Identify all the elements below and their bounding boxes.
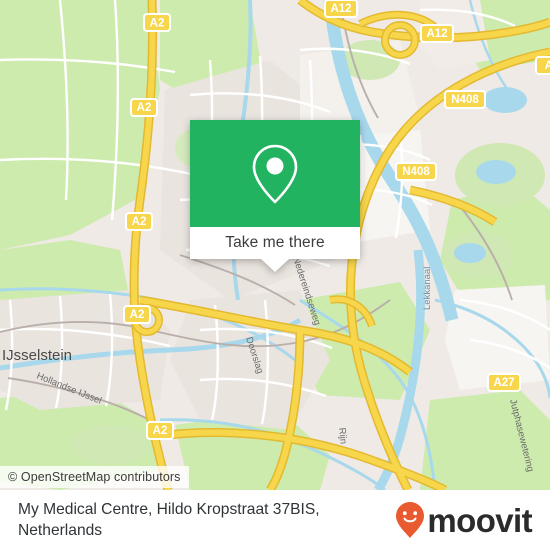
footer-bar: My Medical Centre, Hildo Kropstraat 37BI… [0, 490, 550, 550]
map-water-label-lekkanaal: Lekkanaal [422, 267, 433, 310]
svg-text:A2: A2 [137, 102, 152, 114]
svg-text:A2: A2 [153, 425, 168, 437]
svg-text:A2: A2 [130, 309, 145, 321]
svg-text:A12: A12 [426, 28, 447, 40]
location-pin-icon [252, 144, 298, 203]
callout-pointer-arrow [261, 259, 289, 272]
osm-attribution-text: © OpenStreetMap contributors [8, 470, 181, 484]
map-farmland-se [420, 390, 550, 490]
svg-text:A2: A2 [150, 18, 165, 30]
osm-attribution: © OpenStreetMap contributors [0, 466, 189, 488]
road-shield-a12-2: A12 [420, 24, 454, 43]
location-title: My Medical Centre, Hildo Kropstraat 37BI… [18, 500, 320, 539]
svg-text:N408: N408 [451, 94, 479, 106]
road-shield-a2-3: A2 [125, 212, 153, 231]
road-shield-a27: A27 [487, 373, 521, 392]
moovit-wordmark: moovit [427, 501, 532, 539]
map-place-label-ijsselstein: IJsselstein [2, 347, 72, 364]
road-shield-a2-4: A2 [123, 305, 151, 324]
road-shield-a2-5: A2 [146, 421, 174, 440]
map-location-callout[interactable]: Take me there [190, 120, 360, 272]
map-water-lake-1 [483, 87, 527, 113]
callout-icon-panel [190, 120, 360, 227]
road-shield-a2-1: A2 [143, 13, 171, 32]
svg-text:A12: A12 [330, 3, 351, 15]
moovit-map-page: A2 A12 A12 A2 N408 A N408 A2 A2 A27 A2 I… [0, 0, 550, 550]
road-shield-a1-edge: A1 [535, 56, 550, 75]
road-shield-a2-2: A2 [130, 98, 158, 117]
road-shield-n408-2: N408 [395, 162, 437, 181]
callout-action-panel[interactable]: Take me there [190, 227, 360, 272]
moovit-pin-icon [396, 502, 425, 538]
svg-text:A27: A27 [493, 377, 514, 389]
take-me-there-button[interactable]: Take me there [225, 234, 325, 252]
road-shield-n408-1: N408 [444, 90, 486, 109]
map-park-4 [70, 425, 150, 465]
map-street-label-vaartsche-rijn: Rijn [336, 427, 349, 444]
road-shield-a12-1: A12 [324, 0, 358, 18]
svg-text:N408: N408 [402, 166, 430, 178]
svg-text:A1: A1 [545, 60, 550, 72]
map-water-lake-2 [476, 160, 516, 184]
svg-text:A2: A2 [132, 216, 147, 228]
map-water-lake-3 [454, 243, 486, 263]
moovit-logo: moovit [395, 501, 533, 539]
